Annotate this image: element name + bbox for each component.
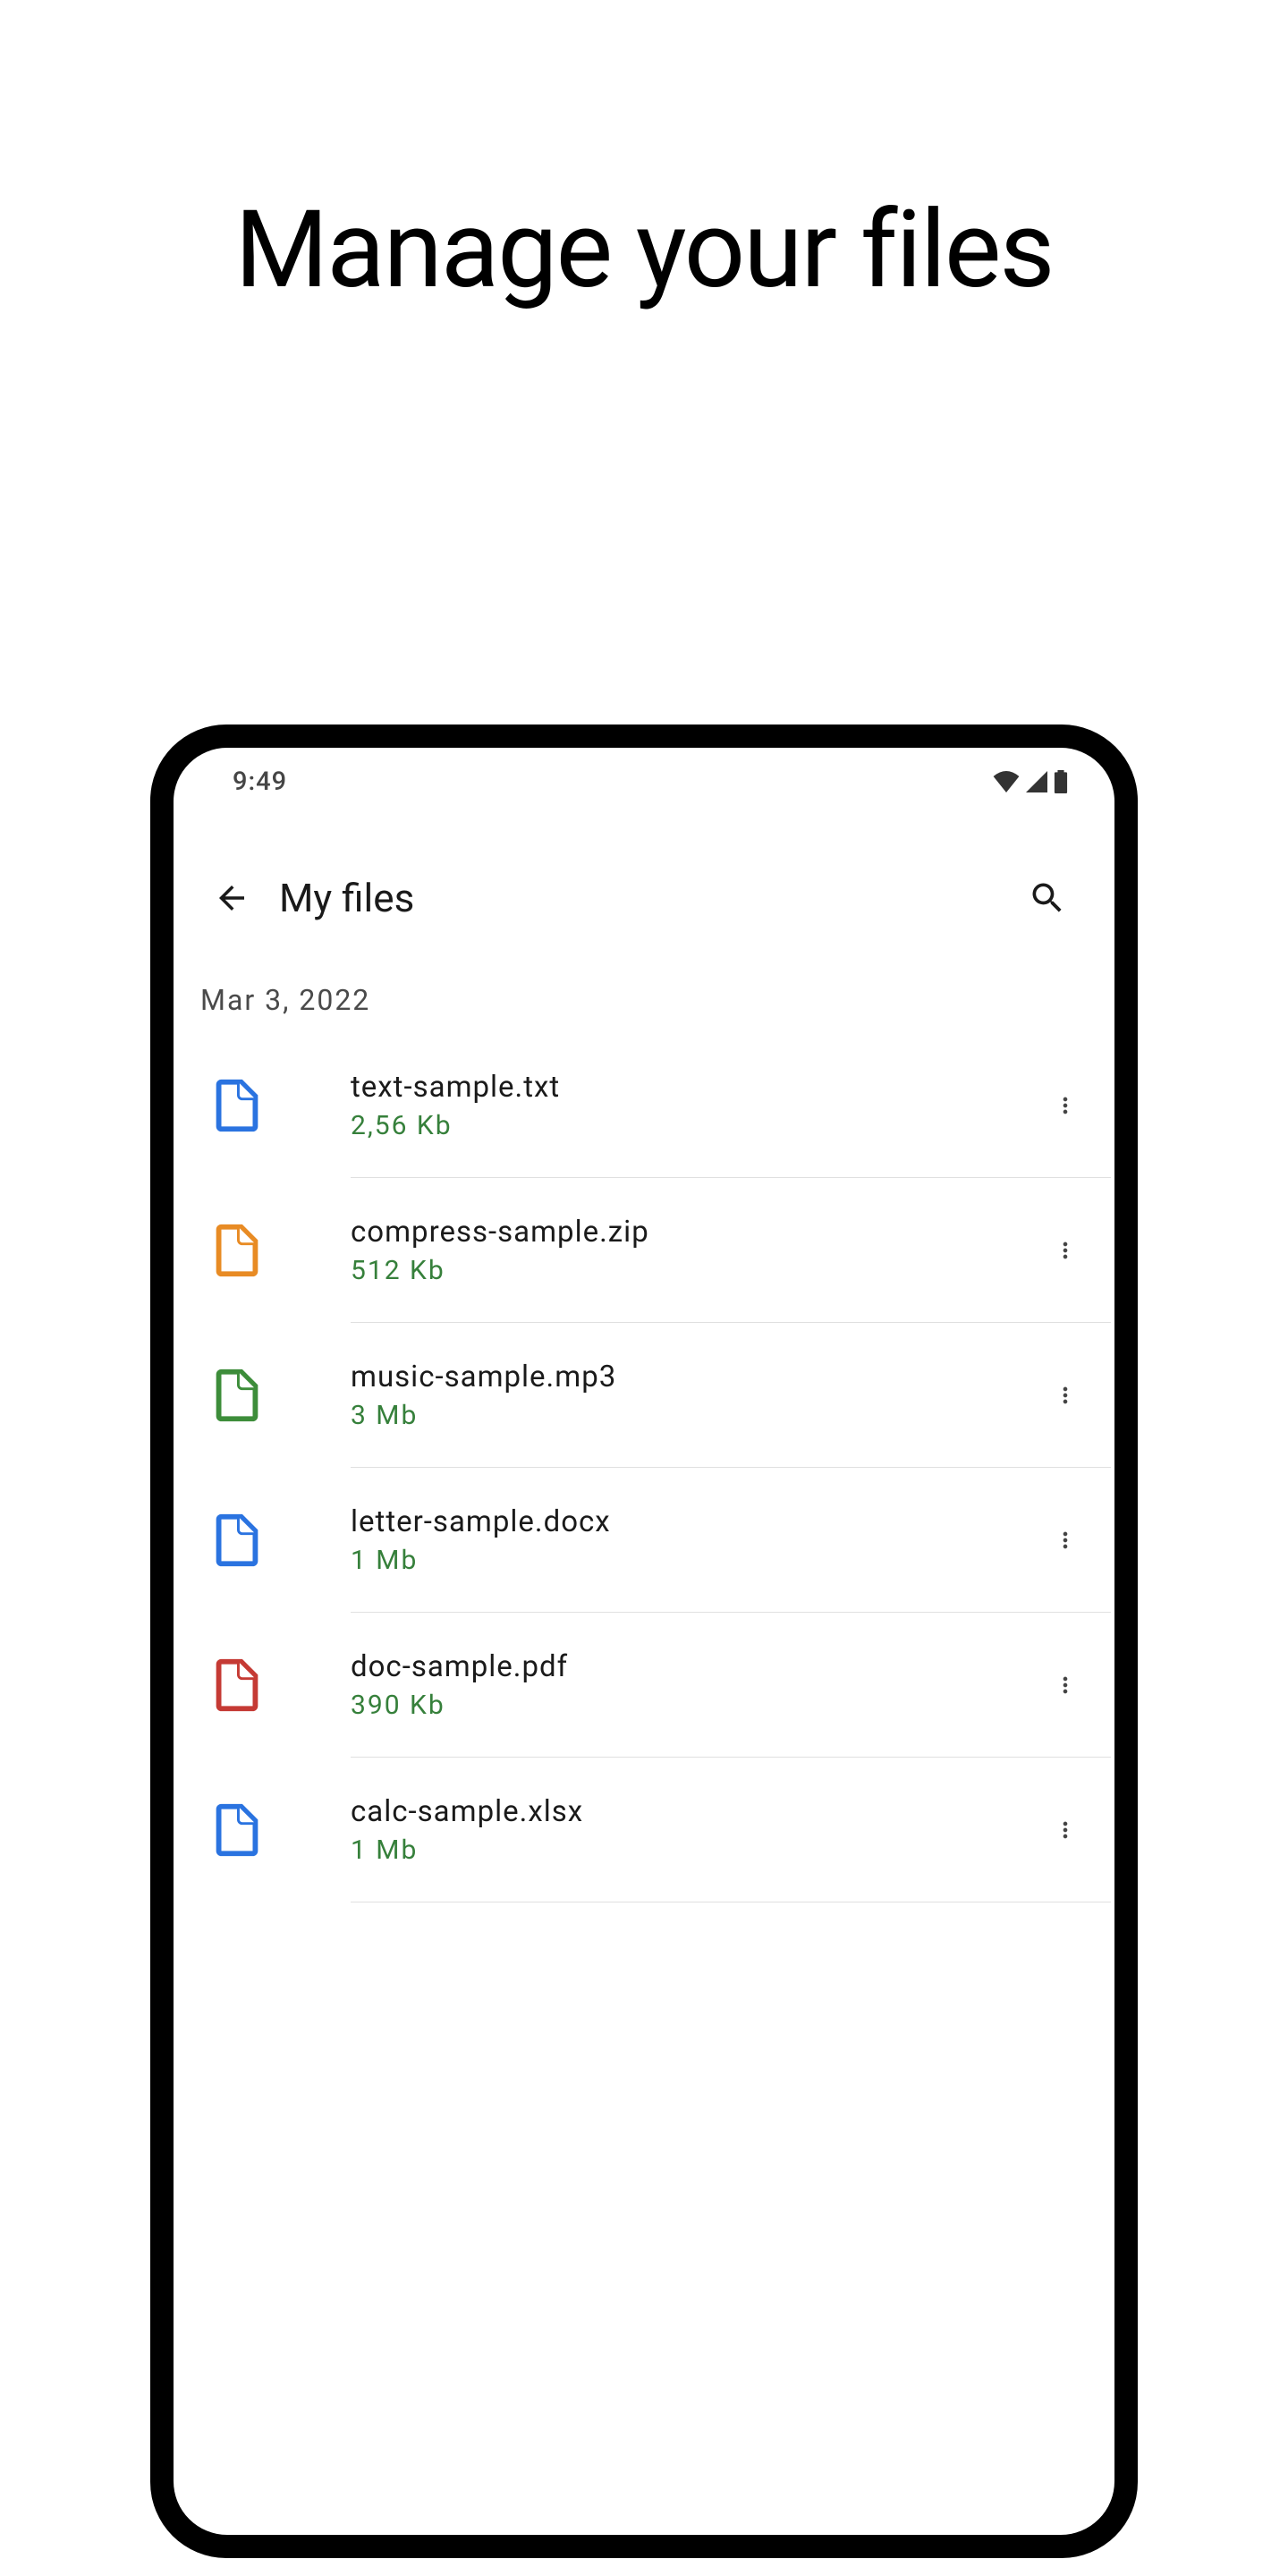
more-vert-icon [1053, 1093, 1078, 1118]
file-name: music-sample.mp3 [351, 1360, 1034, 1394]
file-icon [206, 1509, 268, 1572]
file-size: 390 Kb [351, 1690, 1034, 1721]
file-name: compress-sample.zip [351, 1215, 1034, 1250]
file-list: text-sample.txt 2,56 Kb compress-sample.… [174, 1033, 1114, 1902]
file-size: 1 Mb [351, 1835, 1034, 1866]
file-menu-button[interactable] [1034, 1799, 1097, 1861]
file-body: calc-sample.xlsx 1 Mb [351, 1758, 1111, 1902]
battery-icon [1054, 770, 1068, 793]
file-icon [206, 1074, 268, 1137]
more-vert-icon [1053, 1818, 1078, 1843]
file-name: calc-sample.xlsx [351, 1794, 1034, 1829]
file-icon [206, 1219, 268, 1282]
more-vert-icon [1053, 1673, 1078, 1698]
file-name: letter-sample.docx [351, 1504, 1034, 1539]
file-row[interactable]: music-sample.mp3 3 Mb [174, 1323, 1114, 1468]
app-header: My files [174, 815, 1114, 956]
file-size: 2,56 Kb [351, 1110, 1034, 1141]
file-row[interactable]: calc-sample.xlsx 1 Mb [174, 1758, 1114, 1902]
file-icon [206, 1364, 268, 1427]
date-group-label: Mar 3, 2022 [174, 956, 1114, 1033]
status-time: 9:49 [233, 767, 287, 797]
search-icon [1028, 878, 1067, 918]
file-size: 1 Mb [351, 1545, 1034, 1576]
file-row[interactable]: text-sample.txt 2,56 Kb [174, 1033, 1114, 1178]
search-button[interactable] [1016, 867, 1079, 929]
file-row[interactable]: doc-sample.pdf 390 Kb [174, 1613, 1114, 1758]
more-vert-icon [1053, 1238, 1078, 1263]
more-vert-icon [1053, 1528, 1078, 1553]
file-body: text-sample.txt 2,56 Kb [351, 1033, 1111, 1178]
file-size: 512 Kb [351, 1255, 1034, 1286]
file-icon [206, 1799, 268, 1861]
page-title: My files [279, 875, 1016, 921]
file-menu-button[interactable] [1034, 1654, 1097, 1716]
file-body: doc-sample.pdf 390 Kb [351, 1613, 1111, 1758]
device-screen: 9:49 My files Mar 3, 2022 text- [174, 748, 1114, 2535]
device-frame: 9:49 My files Mar 3, 2022 text- [150, 724, 1138, 2558]
file-row[interactable]: letter-sample.docx 1 Mb [174, 1468, 1114, 1613]
file-body: music-sample.mp3 3 Mb [351, 1323, 1111, 1468]
cell-signal-icon [1025, 771, 1048, 792]
more-vert-icon [1053, 1383, 1078, 1408]
file-menu-button[interactable] [1034, 1364, 1097, 1427]
wifi-icon [993, 771, 1020, 792]
marketing-title: Manage your files [0, 188, 1288, 313]
file-size: 3 Mb [351, 1400, 1034, 1431]
file-menu-button[interactable] [1034, 1074, 1097, 1137]
file-body: letter-sample.docx 1 Mb [351, 1468, 1111, 1613]
status-icons [993, 770, 1068, 793]
file-row[interactable]: compress-sample.zip 512 Kb [174, 1178, 1114, 1323]
file-menu-button[interactable] [1034, 1219, 1097, 1282]
back-button[interactable] [200, 867, 263, 929]
file-icon [206, 1654, 268, 1716]
file-body: compress-sample.zip 512 Kb [351, 1178, 1111, 1323]
file-name: doc-sample.pdf [351, 1649, 1034, 1684]
arrow-left-icon [213, 879, 250, 917]
file-menu-button[interactable] [1034, 1509, 1097, 1572]
status-bar: 9:49 [174, 748, 1114, 815]
file-name: text-sample.txt [351, 1070, 1034, 1105]
